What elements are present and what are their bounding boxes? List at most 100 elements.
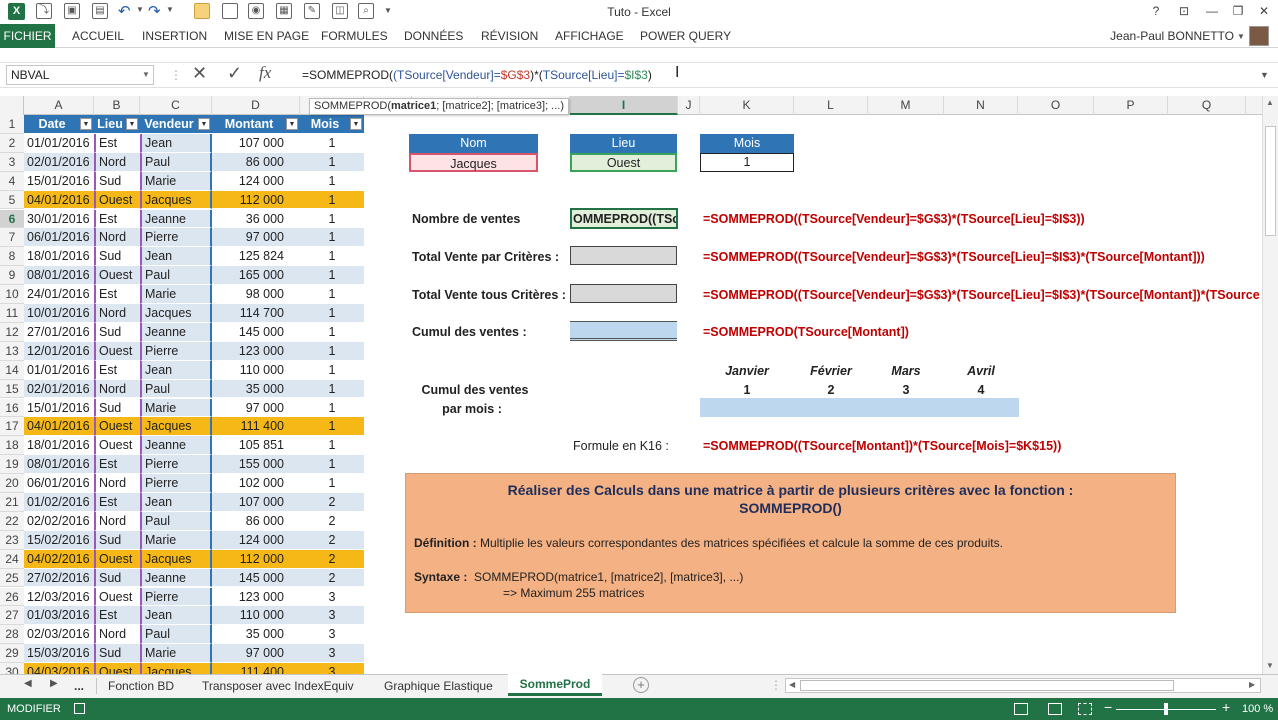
- column-header-j[interactable]: J: [678, 96, 700, 115]
- month-number[interactable]: 3: [868, 383, 944, 397]
- view-page-break-icon[interactable]: [1078, 703, 1092, 715]
- row-header-2[interactable]: 2: [0, 133, 24, 153]
- row-header-4[interactable]: 4: [0, 171, 24, 191]
- table-cell[interactable]: Jacques: [140, 549, 212, 569]
- ribbon-display-icon[interactable]: ⊡: [1174, 3, 1194, 19]
- column-header-l[interactable]: L: [794, 96, 868, 115]
- table-cell[interactable]: 86 000: [212, 511, 300, 531]
- monthly-result-cells[interactable]: [700, 398, 1019, 417]
- sheet-tab-sommeprod[interactable]: SommeProd: [508, 674, 602, 696]
- table-cell[interactable]: Ouest: [94, 417, 140, 437]
- cumul-ventes-cell[interactable]: [570, 321, 677, 341]
- table-cell[interactable]: 15/03/2016: [24, 644, 94, 664]
- table-cell[interactable]: Sud: [94, 171, 140, 191]
- cancel-entry-icon[interactable]: ✕: [192, 63, 207, 84]
- user-dropdown-icon[interactable]: ▼: [1237, 32, 1245, 41]
- next-sheet-icon[interactable]: ▶: [50, 678, 58, 689]
- table-cell[interactable]: 01/01/2016: [24, 133, 94, 153]
- table-cell[interactable]: 2: [300, 568, 364, 588]
- scroll-up-icon[interactable]: ▲: [1266, 98, 1274, 107]
- scroll-down-icon[interactable]: ▼: [1266, 661, 1274, 670]
- row-header-5[interactable]: 5: [0, 190, 24, 210]
- table-cell[interactable]: 3: [300, 644, 364, 664]
- hscroll-grip-icon[interactable]: ⋮: [770, 678, 782, 692]
- criteria-mois-cell[interactable]: 1: [700, 153, 794, 172]
- table-cell[interactable]: Est: [94, 133, 140, 153]
- table-cell[interactable]: 111 400: [212, 417, 300, 437]
- table-cell[interactable]: 12/01/2016: [24, 341, 94, 361]
- table-cell[interactable]: 86 000: [212, 152, 300, 172]
- table-cell[interactable]: Sud: [94, 644, 140, 664]
- table-cell[interactable]: 97 000: [212, 644, 300, 664]
- table-cell[interactable]: Pierre: [140, 341, 212, 361]
- table-cell[interactable]: 1: [300, 455, 364, 475]
- table-cell[interactable]: 2: [300, 549, 364, 569]
- table-cell[interactable]: Paul: [140, 625, 212, 645]
- table-cell[interactable]: Est: [94, 360, 140, 380]
- view-page-layout-icon[interactable]: [1048, 703, 1062, 715]
- column-header-i[interactable]: I: [570, 96, 678, 115]
- row-header-29[interactable]: 29: [0, 644, 24, 664]
- table-cell[interactable]: 1: [300, 228, 364, 248]
- table-cell[interactable]: 1: [300, 304, 364, 323]
- zoom-slider-thumb[interactable]: [1164, 703, 1168, 715]
- row-header-15[interactable]: 15: [0, 379, 24, 399]
- table-cell[interactable]: 112 000: [212, 549, 300, 569]
- table-cell[interactable]: Jean: [140, 606, 212, 626]
- row-header-22[interactable]: 22: [0, 511, 24, 531]
- table-cell[interactable]: 2: [300, 511, 364, 531]
- tab-insertion[interactable]: INSERTION: [142, 24, 207, 48]
- table-cell[interactable]: 1: [300, 285, 364, 304]
- table-cell[interactable]: Sud: [94, 322, 140, 342]
- zoom-level[interactable]: 100 %: [1242, 698, 1273, 720]
- vertical-scrollbar[interactable]: ▲ ▼: [1262, 96, 1278, 674]
- zoom-out-icon[interactable]: −: [1104, 699, 1112, 715]
- column-header-o[interactable]: O: [1018, 96, 1094, 115]
- column-header-d[interactable]: D: [212, 96, 300, 115]
- table-cell[interactable]: 112 000: [212, 190, 300, 210]
- table-cell[interactable]: Marie: [140, 285, 212, 304]
- table-cell[interactable]: 123 000: [212, 341, 300, 361]
- table-cell[interactable]: Nord: [94, 228, 140, 248]
- table-header-mois[interactable]: Mois ▼: [300, 115, 364, 134]
- expand-formula-bar-icon[interactable]: ▼: [1260, 70, 1269, 80]
- table-cell[interactable]: Est: [94, 455, 140, 475]
- table-cell[interactable]: Jacques: [140, 190, 212, 210]
- table-cell[interactable]: 125 824: [212, 247, 300, 267]
- tab-mise-en-page[interactable]: MISE EN PAGE: [224, 24, 309, 48]
- table-cell[interactable]: 06/01/2016: [24, 228, 94, 248]
- row-header-17[interactable]: 17: [0, 417, 24, 437]
- scroll-thumb[interactable]: [1265, 126, 1276, 236]
- hscroll-right-icon[interactable]: ▶: [1249, 680, 1255, 689]
- table-cell[interactable]: Pierre: [140, 587, 212, 607]
- table-cell[interactable]: 1: [300, 266, 364, 286]
- table-cell[interactable]: 145 000: [212, 568, 300, 588]
- table-cell[interactable]: 97 000: [212, 398, 300, 418]
- table-header-montant[interactable]: Montant ▼: [212, 115, 300, 134]
- table-cell[interactable]: Est: [94, 285, 140, 304]
- tab-formules[interactable]: FORMULES: [321, 24, 388, 48]
- table-cell[interactable]: 06/01/2016: [24, 474, 94, 493]
- table-cell[interactable]: 1: [300, 152, 364, 172]
- table-cell[interactable]: 123 000: [212, 587, 300, 607]
- row-header-16[interactable]: 16: [0, 398, 24, 418]
- row-header-28[interactable]: 28: [0, 625, 24, 645]
- table-cell[interactable]: 2: [300, 530, 364, 550]
- filter-dropdown-icon[interactable]: ▼: [126, 118, 138, 130]
- table-cell[interactable]: 1: [300, 341, 364, 361]
- table-header-vendeur[interactable]: Vendeur ▼: [140, 115, 212, 134]
- month-number[interactable]: 2: [794, 383, 868, 397]
- table-cell[interactable]: 110 000: [212, 360, 300, 380]
- table-cell[interactable]: 36 000: [212, 209, 300, 229]
- table-cell[interactable]: 105 851: [212, 436, 300, 456]
- sheet-tab-graphique[interactable]: Graphique Elastique: [384, 676, 493, 696]
- table-cell[interactable]: 1: [300, 247, 364, 267]
- table-cell[interactable]: 1: [300, 209, 364, 229]
- table-cell[interactable]: Marie: [140, 530, 212, 550]
- insert-function-button[interactable]: fx: [259, 63, 271, 83]
- criteria-nom-cell[interactable]: Jacques: [409, 153, 538, 172]
- table-cell[interactable]: Paul: [140, 379, 212, 399]
- table-cell[interactable]: 3: [300, 625, 364, 645]
- table-cell[interactable]: 1: [300, 133, 364, 153]
- formula-input[interactable]: =SOMMEPROD((TSource[Vendeur]=$G$3)*(TSou…: [302, 68, 652, 82]
